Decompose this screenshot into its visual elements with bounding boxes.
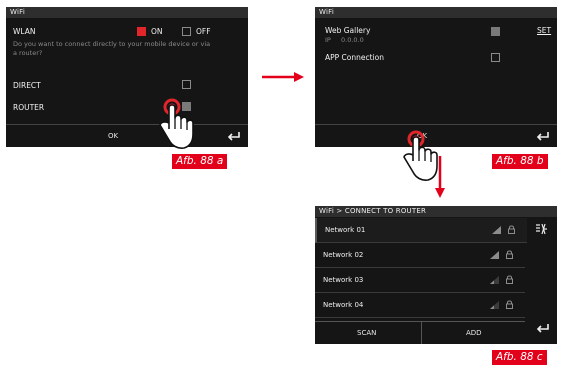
ip-value: 0.0.0.0	[341, 36, 364, 44]
app-connection-label: APP Connection	[325, 53, 384, 62]
figure-caption-c: Afb. 88 c	[492, 350, 547, 365]
figure-caption-a: Afb. 88 a	[172, 154, 228, 169]
screen-wifi-mode: WiFi WLAN ON OFF Do you want to connect …	[6, 7, 248, 147]
connection-question: Do you want to connect directly to your …	[13, 40, 211, 57]
direct-checkbox[interactable]	[182, 80, 191, 89]
ok-button[interactable]: OK	[108, 132, 118, 140]
add-button[interactable]: ADD	[466, 329, 482, 337]
return-icon[interactable]	[535, 321, 551, 335]
web-gallery-label: Web Gallery	[325, 26, 371, 35]
wifi-signal-icon	[490, 276, 499, 284]
lock-icon	[506, 300, 513, 309]
screen-title: WiFi	[315, 7, 557, 18]
web-gallery-checkbox[interactable]	[491, 27, 500, 36]
screen-footer: OK	[6, 124, 248, 147]
wlan-off-label: OFF	[196, 27, 211, 36]
network-row[interactable]: Network 02	[315, 243, 525, 268]
network-row[interactable]: Network 04	[315, 293, 525, 318]
wifi-signal-icon	[490, 251, 499, 259]
wifi-signal-icon	[490, 301, 499, 309]
touch-hand-icon	[159, 98, 194, 149]
app-connection-checkbox[interactable]	[491, 53, 500, 62]
arrow-right-icon	[262, 72, 304, 82]
return-icon[interactable]	[535, 129, 551, 143]
network-name: Network 03	[323, 276, 364, 284]
network-name: Network 02	[323, 251, 364, 259]
wlan-on-checkbox[interactable]	[137, 27, 146, 36]
lock-icon	[508, 225, 515, 234]
network-row[interactable]: Network 01	[315, 218, 527, 243]
set-button[interactable]: SET	[537, 26, 551, 35]
screen-wifi-router: WiFi Web Gallery IP 0.0.0.0 SET APP Conn…	[315, 7, 557, 147]
lock-icon	[506, 250, 513, 259]
screen-connect-to-router: WiFi > CONNECT TO ROUTER Network 01 Netwo…	[315, 206, 557, 344]
router-label: ROUTER	[13, 103, 45, 112]
figure-caption-b: Afb. 88 b	[492, 154, 548, 169]
arrow-down-icon	[435, 156, 445, 198]
wifi-signal-icon	[492, 226, 501, 234]
wps-icon[interactable]	[534, 222, 548, 236]
network-name: Network 04	[323, 301, 364, 309]
screen-title: WiFi > CONNECT TO ROUTER	[315, 206, 557, 217]
wlan-off-checkbox[interactable]	[182, 27, 191, 36]
lock-icon	[506, 275, 513, 284]
divider	[421, 322, 422, 344]
network-row[interactable]: Network 03	[315, 268, 525, 293]
ip-label: IP	[325, 36, 331, 44]
network-actions: SCAN ADD	[315, 321, 525, 344]
return-icon[interactable]	[226, 129, 242, 143]
scan-button[interactable]: SCAN	[357, 329, 376, 337]
screen-title: WiFi	[6, 7, 248, 18]
direct-label: DIRECT	[13, 81, 41, 90]
wlan-label: WLAN	[13, 27, 36, 36]
wlan-on-label: ON	[151, 27, 163, 36]
network-name: Network 01	[325, 226, 366, 234]
